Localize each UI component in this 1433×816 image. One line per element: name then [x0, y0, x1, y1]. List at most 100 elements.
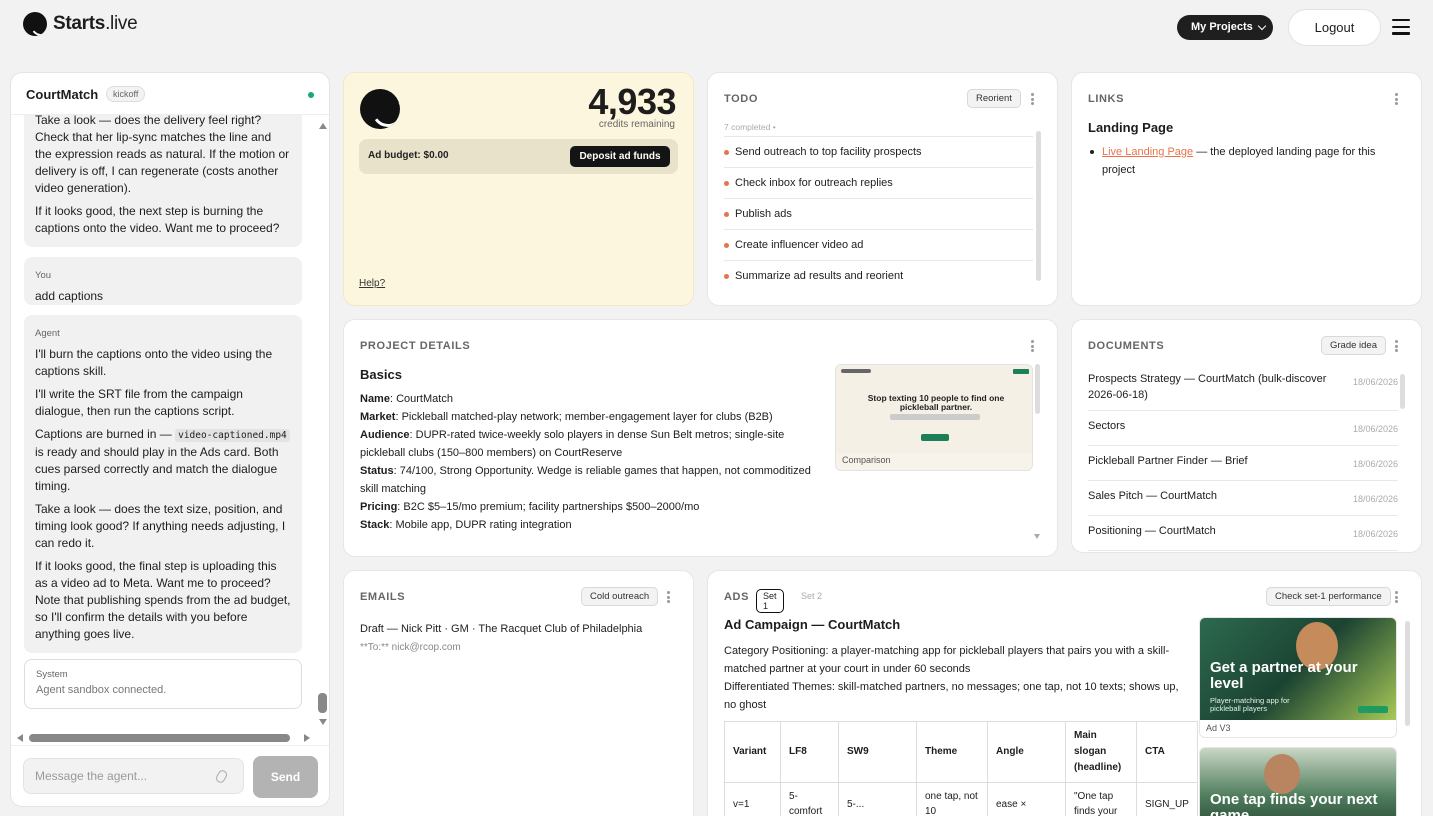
project-field: Stack: Mobile app, DUPR rating integrati…: [360, 519, 572, 531]
column-header: Main slogan (headline): [1065, 721, 1137, 783]
message-text: Take a look — does the delivery feel rig…: [35, 115, 290, 195]
brand-name: Starts.live: [53, 13, 138, 34]
grade-idea-button[interactable]: Grade idea: [1321, 336, 1387, 355]
message-text: I'll write the SRT file from the campaig…: [35, 387, 243, 418]
document-item[interactable]: Sales Pitch — CourtMatch 18/06/2026: [1088, 481, 1398, 516]
table-cell: v=1: [724, 782, 781, 816]
documents-title: DOCUMENTS: [1088, 340, 1165, 352]
todo-scrollbar[interactable]: [1035, 121, 1042, 291]
credits-label: credits remaining: [598, 119, 675, 130]
documents-card: DOCUMENTS Grade idea Prospects Strategy …: [1071, 319, 1422, 553]
ads-card: ADS Set 1 Set 2 Check set-1 performance …: [707, 570, 1422, 816]
top-bar: Starts.live My Projects Logout: [0, 0, 1433, 60]
ad-campaign-heading: Ad Campaign — CourtMatch: [724, 617, 901, 632]
status-dot: [308, 92, 314, 98]
help-link[interactable]: Help?: [359, 278, 385, 289]
column-header: Variant: [724, 721, 781, 783]
credits-card: 4,933 credits remaining Ad budget: $0.00…: [343, 72, 694, 306]
scroll-thumb[interactable]: [29, 734, 290, 742]
document-item[interactable]: Sectors 18/06/2026: [1088, 411, 1398, 446]
logout-button[interactable]: Logout: [1288, 9, 1381, 46]
ad-creative-image: Get a partner at your level Player-match…: [1200, 618, 1396, 720]
tab-set-2[interactable]: Set 2: [801, 591, 822, 601]
links-item: Live Landing Page — the deployed landing…: [1088, 143, 1398, 179]
screenshot-caption: Comparison: [842, 455, 891, 465]
completed-count[interactable]: 7 completed •: [724, 122, 776, 132]
todo-item[interactable]: Create influencer video ad: [724, 229, 1033, 260]
message-author: Agent: [35, 328, 60, 339]
message-text: Agent sandbox connected.: [36, 684, 167, 696]
column-header: CTA: [1136, 721, 1198, 783]
project-scrollbar[interactable]: [1035, 364, 1040, 414]
ad-variants-table: Variant LF8 SW9 Theme Angle Main slogan …: [724, 721, 1198, 816]
more-options-icon[interactable]: [1395, 93, 1399, 107]
column-header: SW9: [838, 721, 917, 783]
chat-messages[interactable]: Take a look — does the delivery feel rig…: [24, 115, 302, 709]
email-recipient: **To:** nick@rcop.com: [360, 642, 461, 653]
scroll-down-icon[interactable]: [319, 719, 327, 725]
project-field: Market: Pickleball matched-play network;…: [360, 411, 773, 423]
scroll-thumb[interactable]: [318, 693, 327, 713]
column-header: Angle: [987, 721, 1066, 783]
live-landing-page-link[interactable]: Live Landing Page: [1102, 146, 1193, 158]
system-message: System Agent sandbox connected.: [24, 659, 302, 709]
ad-budget-text: Ad budget: $0.00: [368, 150, 449, 161]
document-item[interactable]: Positioning — CourtMatch 18/06/2026: [1088, 516, 1398, 551]
send-button[interactable]: Send: [253, 756, 318, 798]
hamburger-menu-icon[interactable]: [1392, 19, 1410, 35]
check-performance-button[interactable]: Check set-1 performance: [1266, 587, 1391, 606]
email-draft-title[interactable]: Draft — Nick Pitt · GM · The Racquet Clu…: [360, 623, 642, 635]
more-options-icon[interactable]: [1031, 340, 1035, 354]
table-row: v=1 5-comfort 5-... one tap, not 10 ease…: [724, 782, 1198, 816]
ad-thumbnail[interactable]: Get a partner at your level Player-match…: [1199, 617, 1397, 738]
scroll-left-icon[interactable]: [17, 734, 23, 742]
scroll-right-icon[interactable]: [304, 734, 310, 742]
chat-composer: Send: [11, 745, 329, 806]
chat-vertical-scrollbar[interactable]: [318, 121, 328, 729]
documents-list: Prospects Strategy — CourtMatch (bulk-di…: [1088, 364, 1398, 551]
message-text: If it looks good, the final step is uplo…: [35, 559, 291, 641]
todo-title: TODO: [724, 93, 758, 105]
links-card: LINKS Landing Page Live Landing Page — t…: [1071, 72, 1422, 306]
chat-project-title: CourtMatch: [26, 87, 99, 102]
document-item[interactable]: Pickleball Partner Finder — Brief 18/06/2…: [1088, 446, 1398, 481]
user-message: You add captions: [24, 257, 302, 305]
ads-scrollbar[interactable]: [1405, 621, 1410, 726]
documents-scrollbar[interactable]: [1400, 374, 1405, 409]
more-options-icon[interactable]: [667, 591, 671, 605]
table-cell: 5-comfort: [780, 782, 839, 816]
message-author: You: [35, 270, 52, 281]
table-cell: one tap, not 10: [916, 782, 988, 816]
chat-horizontal-scrollbar[interactable]: [17, 733, 317, 743]
message-input[interactable]: [23, 758, 244, 794]
reorient-button[interactable]: Reorient: [967, 89, 1021, 108]
todo-card: TODO Reorient 7 completed • Send outreac…: [707, 72, 1058, 306]
more-options-icon[interactable]: [1395, 340, 1399, 354]
cold-outreach-button[interactable]: Cold outreach: [581, 587, 659, 606]
brand-logo[interactable]: Starts.live: [23, 12, 138, 36]
column-header: LF8: [780, 721, 839, 783]
category-positioning: Category Positioning: a player-matching …: [724, 645, 1170, 675]
screenshot-image: Stop texting 10 people to find one pickl…: [836, 365, 1032, 453]
ad-thumbnail[interactable]: One tap finds your next game: [1199, 747, 1397, 816]
agent-message: Agent I'll burn the captions onto the vi…: [24, 315, 302, 653]
scroll-down-icon[interactable]: [1034, 534, 1040, 539]
screenshot-headline: Stop texting 10 people to find one pickl…: [867, 393, 1005, 412]
comparison-screenshot[interactable]: Stop texting 10 people to find one pickl…: [835, 364, 1033, 471]
todo-item[interactable]: Summarize ad results and reorient: [724, 260, 1033, 291]
deposit-ad-funds-button[interactable]: Deposit ad funds: [570, 146, 670, 167]
differentiated-themes: Differentiated Themes: skill-matched par…: [724, 681, 1179, 711]
scroll-up-icon[interactable]: [319, 123, 327, 129]
todo-item[interactable]: Send outreach to top facility prospects: [724, 136, 1033, 167]
document-item[interactable]: Prospects Strategy — CourtMatch (bulk-di…: [1088, 364, 1398, 411]
my-projects-button[interactable]: My Projects: [1177, 15, 1273, 40]
chat-panel: CourtMatch kickoff Take a look — does th…: [10, 72, 330, 807]
tab-set-1[interactable]: Set 1: [756, 589, 784, 613]
todo-item[interactable]: Check inbox for outreach replies: [724, 167, 1033, 198]
todo-list: Send outreach to top facility prospects …: [724, 136, 1033, 291]
logo-icon: [360, 89, 400, 129]
todo-item[interactable]: Publish ads: [724, 198, 1033, 229]
more-options-icon[interactable]: [1031, 93, 1035, 107]
more-options-icon[interactable]: [1395, 591, 1399, 605]
project-details-title: PROJECT DETAILS: [360, 340, 471, 352]
